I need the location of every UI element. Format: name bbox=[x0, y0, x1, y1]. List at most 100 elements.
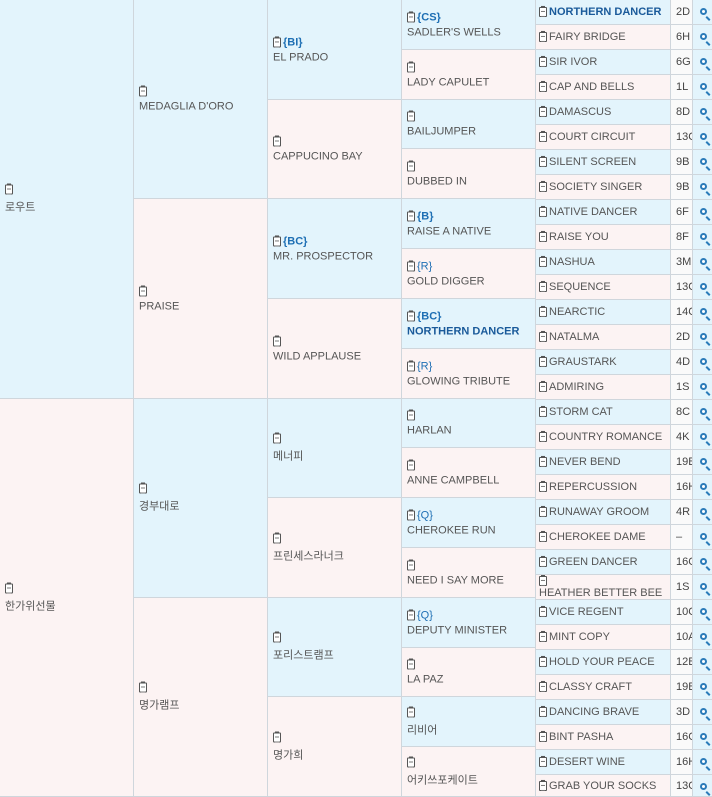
horse-name[interactable]: SOCIETY SINGER bbox=[549, 181, 642, 193]
horse-name[interactable]: CHEROKEE RUN bbox=[407, 524, 533, 536]
horse-name[interactable]: 리비어 bbox=[407, 721, 533, 737]
magnifier-icon[interactable] bbox=[700, 608, 707, 615]
horse-name[interactable]: MR. PROSPECTOR bbox=[273, 250, 399, 262]
clipboard-icon[interactable] bbox=[139, 482, 147, 494]
horse-name[interactable]: DUBBED IN bbox=[407, 175, 533, 187]
horse-name[interactable]: HOLD YOUR PEACE bbox=[549, 656, 655, 668]
horse-name[interactable]: WILD APPLAUSE bbox=[273, 350, 399, 362]
clipboard-icon[interactable] bbox=[5, 183, 13, 195]
horse-name[interactable]: GOLD DIGGER bbox=[407, 275, 533, 287]
clipboard-icon[interactable] bbox=[539, 779, 547, 791]
clipboard-icon[interactable] bbox=[407, 559, 415, 571]
magnifier-icon[interactable] bbox=[700, 283, 707, 290]
horse-name[interactable]: NORTHERN DANCER bbox=[549, 6, 661, 18]
magnifier-icon[interactable] bbox=[700, 358, 707, 365]
magnifier-icon[interactable] bbox=[700, 83, 707, 90]
clipboard-icon[interactable] bbox=[539, 681, 547, 693]
clipboard-icon[interactable] bbox=[273, 631, 281, 643]
horse-name[interactable]: EL PRADO bbox=[273, 51, 399, 63]
clipboard-icon[interactable] bbox=[139, 285, 147, 297]
horse-name[interactable]: ANNE CAMPBELL bbox=[407, 474, 533, 486]
clipboard-icon[interactable] bbox=[539, 131, 547, 143]
horse-name[interactable]: CHEROKEE DAME bbox=[549, 531, 646, 543]
horse-name[interactable]: SEQUENCE bbox=[549, 281, 611, 293]
horse-name[interactable]: SADLER'S WELLS bbox=[407, 26, 533, 38]
clipboard-icon[interactable] bbox=[407, 756, 415, 768]
horse-name[interactable]: 어키쓰포케이트 bbox=[407, 771, 533, 787]
horse-name[interactable]: 프린세스라너크 bbox=[273, 547, 399, 563]
horse-name[interactable]: HEATHER BETTER BEE bbox=[539, 587, 662, 599]
clipboard-icon[interactable] bbox=[539, 531, 547, 543]
clipboard-icon[interactable] bbox=[407, 160, 415, 172]
clipboard-icon[interactable] bbox=[539, 106, 547, 118]
magnifier-icon[interactable] bbox=[700, 58, 707, 65]
horse-name[interactable]: CAP AND BELLS bbox=[549, 81, 634, 93]
clipboard-icon[interactable] bbox=[539, 231, 547, 243]
clipboard-icon[interactable] bbox=[539, 156, 547, 168]
clipboard-icon[interactable] bbox=[407, 609, 415, 621]
clipboard-icon[interactable] bbox=[539, 756, 547, 768]
clipboard-icon[interactable] bbox=[407, 61, 415, 73]
clipboard-icon[interactable] bbox=[539, 206, 547, 218]
horse-name[interactable]: SILENT SCREEN bbox=[549, 156, 636, 168]
clipboard-icon[interactable] bbox=[539, 506, 547, 518]
horse-name[interactable]: 명가램프 bbox=[139, 697, 265, 713]
magnifier-icon[interactable] bbox=[700, 733, 707, 740]
clipboard-icon[interactable] bbox=[539, 6, 547, 18]
magnifier-icon[interactable] bbox=[700, 758, 707, 765]
clipboard-icon[interactable] bbox=[539, 556, 547, 568]
clipboard-icon[interactable] bbox=[273, 731, 281, 743]
horse-name[interactable]: COURT CIRCUIT bbox=[549, 131, 635, 143]
magnifier-icon[interactable] bbox=[700, 158, 707, 165]
clipboard-icon[interactable] bbox=[539, 456, 547, 468]
clipboard-icon[interactable] bbox=[539, 181, 547, 193]
horse-name[interactable]: CAPPUCINO BAY bbox=[273, 151, 399, 163]
horse-name[interactable]: NATALMA bbox=[549, 331, 599, 343]
horse-name[interactable]: DEPUTY MINISTER bbox=[407, 624, 533, 636]
clipboard-icon[interactable] bbox=[539, 81, 547, 93]
clipboard-icon[interactable] bbox=[539, 381, 547, 393]
horse-name[interactable]: MEDAGLIA D'ORO bbox=[139, 101, 265, 113]
magnifier-icon[interactable] bbox=[700, 433, 707, 440]
horse-name[interactable]: CLASSY CRAFT bbox=[549, 681, 632, 693]
clipboard-icon[interactable] bbox=[273, 135, 281, 147]
horse-name[interactable]: PRAISE bbox=[139, 300, 265, 312]
magnifier-icon[interactable] bbox=[700, 233, 707, 240]
clipboard-icon[interactable] bbox=[539, 481, 547, 493]
horse-name[interactable]: 경부대로 bbox=[139, 498, 265, 514]
clipboard-icon[interactable] bbox=[539, 56, 547, 68]
clipboard-icon[interactable] bbox=[539, 331, 547, 343]
magnifier-icon[interactable] bbox=[700, 8, 707, 15]
clipboard-icon[interactable] bbox=[407, 459, 415, 471]
horse-name[interactable]: RAISE YOU bbox=[549, 231, 609, 243]
clipboard-icon[interactable] bbox=[407, 658, 415, 670]
horse-name[interactable]: NASHUA bbox=[549, 256, 595, 268]
horse-name[interactable]: BINT PASHA bbox=[549, 731, 613, 743]
horse-name[interactable]: GRAUSTARK bbox=[549, 356, 617, 368]
clipboard-icon[interactable] bbox=[273, 335, 281, 347]
magnifier-icon[interactable] bbox=[700, 333, 707, 340]
clipboard-icon[interactable] bbox=[139, 681, 147, 693]
horse-name[interactable]: RUNAWAY GROOM bbox=[549, 506, 649, 518]
clipboard-icon[interactable] bbox=[407, 509, 415, 521]
clipboard-icon[interactable] bbox=[539, 431, 547, 443]
horse-name[interactable]: COUNTRY ROMANCE bbox=[549, 431, 662, 443]
magnifier-icon[interactable] bbox=[700, 458, 707, 465]
clipboard-icon[interactable] bbox=[407, 360, 415, 372]
horse-name[interactable]: 한가위선물 bbox=[5, 597, 131, 613]
horse-name[interactable]: HARLAN bbox=[407, 425, 533, 437]
horse-name[interactable]: DAMASCUS bbox=[549, 106, 611, 118]
magnifier-icon[interactable] bbox=[700, 533, 707, 540]
clipboard-icon[interactable] bbox=[407, 310, 415, 322]
magnifier-icon[interactable] bbox=[700, 483, 707, 490]
clipboard-icon[interactable] bbox=[273, 532, 281, 544]
magnifier-icon[interactable] bbox=[700, 558, 707, 565]
clipboard-icon[interactable] bbox=[139, 85, 147, 97]
horse-name[interactable]: DESERT WINE bbox=[549, 756, 625, 768]
clipboard-icon[interactable] bbox=[273, 36, 281, 48]
magnifier-icon[interactable] bbox=[700, 108, 707, 115]
magnifier-icon[interactable] bbox=[700, 508, 707, 515]
magnifier-icon[interactable] bbox=[700, 633, 707, 640]
horse-name[interactable]: LADY CAPULET bbox=[407, 76, 533, 88]
clipboard-icon[interactable] bbox=[539, 631, 547, 643]
